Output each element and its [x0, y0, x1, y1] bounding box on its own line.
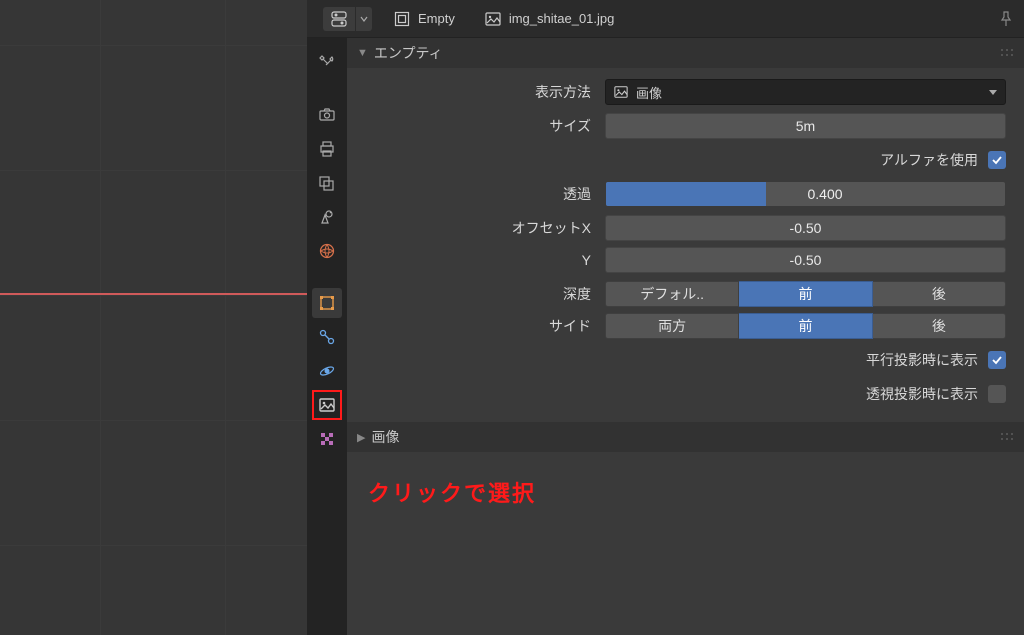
size-value: 5m: [796, 118, 815, 134]
size-label: サイズ: [365, 116, 605, 136]
side-both-button[interactable]: 両方: [605, 313, 739, 339]
tab-render[interactable]: [312, 100, 342, 130]
tab-scene[interactable]: [312, 202, 342, 232]
depth-default-button[interactable]: デフォル..: [605, 281, 739, 307]
side-back-button[interactable]: 後: [873, 313, 1006, 339]
display-as-label: 表示方法: [365, 82, 605, 102]
depth-front-button[interactable]: 前: [739, 281, 872, 307]
tab-object[interactable]: [312, 288, 342, 318]
use-alpha-checkbox[interactable]: [988, 151, 1006, 169]
texture-icon: [318, 430, 336, 448]
breadcrumb-object-label: Empty: [418, 11, 455, 26]
viewport-3d[interactable]: [0, 0, 307, 635]
cone-sphere-icon: [318, 208, 336, 226]
constraint-icon: [318, 328, 336, 346]
grip-icon[interactable]: [1000, 48, 1014, 58]
check-icon: [991, 154, 1003, 166]
grip-icon[interactable]: [1000, 432, 1014, 442]
pin-button[interactable]: [998, 11, 1014, 27]
offset-y-field[interactable]: -0.50: [605, 247, 1006, 273]
opacity-slider[interactable]: 0.400: [605, 181, 1006, 207]
size-field[interactable]: 5m: [605, 113, 1006, 139]
properties-tab-bar: [307, 38, 347, 635]
offset-y-value: -0.50: [790, 252, 822, 268]
image-data-icon: [318, 396, 336, 414]
display-as-value: 画像: [636, 83, 662, 102]
pin-icon: [998, 11, 1014, 27]
layers-icon: [318, 174, 336, 192]
breadcrumb-data-label: img_shitae_01.jpg: [509, 11, 615, 26]
opacity-value: 0.400: [806, 182, 843, 206]
tab-output[interactable]: [312, 134, 342, 164]
properties-icon: [330, 10, 348, 28]
wrench-screwdriver-icon: [318, 54, 336, 72]
empty-axes-icon: [394, 11, 410, 27]
opacity-label: 透過: [365, 184, 605, 204]
disclosure-down-icon: ▼: [357, 47, 368, 59]
offset-x-field[interactable]: -0.50: [605, 215, 1006, 241]
opacity-fill: [606, 182, 766, 206]
side-enum: 両方 前 後: [605, 313, 1006, 339]
show-persp-label: 透視投影時に表示: [866, 384, 978, 404]
tab-constraints[interactable]: [312, 322, 342, 352]
check-icon: [991, 354, 1003, 366]
offset-x-value: -0.50: [790, 220, 822, 236]
tab-texture[interactable]: [312, 424, 342, 454]
axis-x-line: [0, 293, 307, 295]
section-empty-title: エンプティ: [374, 43, 443, 63]
breadcrumb-data[interactable]: img_shitae_01.jpg: [477, 9, 623, 29]
side-label: サイド: [365, 316, 605, 336]
show-persp-checkbox[interactable]: [988, 385, 1006, 403]
offset-x-label: オフセットX: [365, 218, 605, 238]
depth-back-button[interactable]: 後: [873, 281, 1006, 307]
object-icon: [318, 294, 336, 312]
printer-icon: [318, 140, 336, 158]
depth-enum: デフォル.. 前 後: [605, 281, 1006, 307]
show-ortho-label: 平行投影時に表示: [866, 350, 978, 370]
show-ortho-checkbox[interactable]: [988, 351, 1006, 369]
camera-back-icon: [318, 106, 336, 124]
tab-tool[interactable]: [312, 48, 342, 78]
image-icon: [614, 85, 628, 99]
image-icon: [485, 11, 501, 27]
side-front-button[interactable]: 前: [739, 313, 872, 339]
tab-object-data[interactable]: [312, 390, 342, 420]
display-as-select[interactable]: 画像: [605, 79, 1006, 105]
editor-type-selector[interactable]: [323, 7, 372, 31]
physics-icon: [318, 362, 336, 380]
tab-viewlayer[interactable]: [312, 168, 342, 198]
section-empty-header[interactable]: ▼ エンプティ: [347, 38, 1024, 68]
properties-header: Empty img_shitae_01.jpg: [307, 0, 1024, 38]
section-image-header[interactable]: ▶ 画像: [347, 422, 1024, 452]
offset-y-label: Y: [365, 252, 605, 268]
disclosure-right-icon: ▶: [357, 431, 365, 444]
chevron-down-icon: [360, 15, 368, 23]
depth-label: 深度: [365, 284, 605, 304]
use-alpha-label: アルファを使用: [880, 150, 978, 170]
breadcrumb-object[interactable]: Empty: [386, 9, 463, 29]
world-icon: [318, 242, 336, 260]
section-image-title: 画像: [371, 427, 399, 447]
annotation-text: クリックで選択: [368, 476, 536, 508]
tab-physics[interactable]: [312, 356, 342, 386]
tab-world[interactable]: [312, 236, 342, 266]
